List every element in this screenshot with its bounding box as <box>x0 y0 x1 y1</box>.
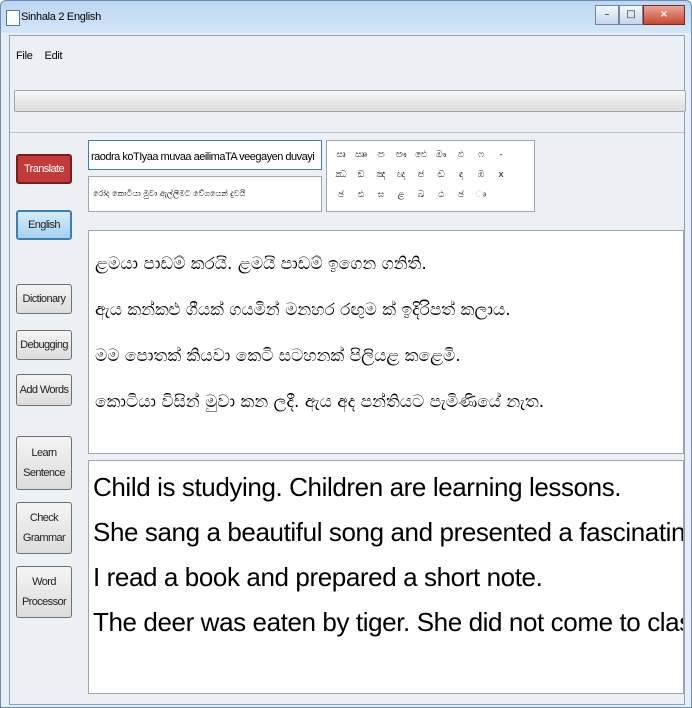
char-row: ඍඎඏඐඓඖඵෆ- <box>331 145 511 165</box>
debugging-button[interactable]: Debugging <box>16 330 72 360</box>
char-key[interactable]: ඛ <box>411 185 431 205</box>
add-words-button[interactable]: Add Words <box>16 374 72 406</box>
char-key[interactable]: ඡ <box>331 185 351 205</box>
english-button[interactable]: English <box>16 210 72 240</box>
menu-bar: File Edit <box>16 50 74 62</box>
char-key[interactable]: ඤ <box>371 165 391 185</box>
char-key[interactable]: ඹ <box>471 165 491 185</box>
sinhala-character-pad: ඍඎඏඐඓඖඵෆ- ඣඞඤඥඦඬඳඹx ඡ ඪ ඝ ළ ඛ ඨ ඡෘ <box>326 140 535 212</box>
char-key[interactable]: ඵ <box>451 145 471 165</box>
close-button[interactable]: × <box>643 5 685 25</box>
menu-file[interactable]: File <box>16 50 33 62</box>
char-key[interactable]: ඥ <box>391 165 411 185</box>
progress-bar <box>14 90 686 112</box>
char-key[interactable]: ඣ <box>331 165 351 185</box>
char-key[interactable]: ඬ <box>431 165 451 185</box>
check-grammar-button[interactable]: Check Grammar <box>16 502 72 554</box>
dictionary-button[interactable]: Dictionary <box>16 284 72 314</box>
sinhala-line: කොටියා විසින් මුවා කන ලදී. ඇය අද පන්තියට… <box>95 392 545 412</box>
sinhala-line: ළමයා පාඩම් කරයි. ළමයි පාඩම් ඉගෙන ගනිති. <box>95 254 427 274</box>
char-key[interactable]: ෆ <box>471 145 491 165</box>
english-line: Child is studying. Children are learning… <box>93 472 622 502</box>
separator <box>10 132 684 133</box>
romanized-input[interactable]: raodra koTIyaa muvaa aeilimaTA veegayen … <box>88 140 322 170</box>
sinhala-line: මම පොතක් කියවා කෙටි සටහනක් පිලියළ කළෙමි. <box>95 346 461 366</box>
char-key[interactable]: ඐ <box>391 145 411 165</box>
char-key[interactable]: ඍ <box>331 145 351 165</box>
char-key[interactable]: - <box>491 145 511 165</box>
char-key[interactable]: ඞ <box>351 165 371 185</box>
minimize-button[interactable]: – <box>595 5 619 25</box>
maximize-button[interactable]: □ <box>619 5 643 25</box>
char-key[interactable]: ෘ <box>471 185 491 205</box>
sinhala-preview-field[interactable]: රෝද කොටියා මුවා ඇල්ලීමට වේගයෙන් දුවයි <box>88 176 322 212</box>
char-key[interactable]: ඓ <box>411 145 431 165</box>
app-window: Sinhala 2 English – □ × File Edit Transl… <box>0 0 692 708</box>
char-key[interactable]: x <box>491 165 511 185</box>
char-key[interactable]: ඪ <box>351 185 371 205</box>
english-line: The deer was eaten by tiger. She did not… <box>93 607 683 637</box>
char-key[interactable]: ඨ <box>431 185 451 205</box>
english-line: She sang a beautiful song and presented … <box>93 517 684 547</box>
app-icon <box>6 10 20 26</box>
title-bar[interactable]: Sinhala 2 English – □ × <box>1 1 691 35</box>
char-key[interactable]: ඖ <box>431 145 451 165</box>
char-key[interactable]: ඏ <box>371 145 391 165</box>
char-row: ඣඞඤඥඦඬඳඹx <box>331 165 511 185</box>
translate-button[interactable]: Translate <box>16 154 72 184</box>
char-key[interactable]: ඳ <box>451 165 471 185</box>
window-title: Sinhala 2 English <box>21 11 101 23</box>
menu-edit[interactable]: Edit <box>45 50 63 62</box>
client-area: File Edit Translate English Dictionary D… <box>9 35 686 705</box>
char-key[interactable]: ළ <box>391 185 411 205</box>
char-row: ඡ ඪ ඝ ළ ඛ ඨ ඡෘ <box>331 185 491 205</box>
english-text-area[interactable]: Child is studying. Children are learning… <box>88 460 684 694</box>
window-controls: – □ × <box>595 5 685 25</box>
word-processor-button[interactable]: Word Processor <box>16 566 72 618</box>
learn-sentence-button[interactable]: Learn Sentence <box>16 436 72 490</box>
char-key[interactable]: ඡ <box>451 185 471 205</box>
char-key[interactable]: ඝ <box>371 185 391 205</box>
char-key[interactable]: ඦ <box>411 165 431 185</box>
sinhala-line: ඇය කන්කළු ගීයක් ගයමින් මනහර රඟුම ක් ඉදිර… <box>95 300 511 320</box>
sinhala-text-area[interactable]: ළමයා පාඩම් කරයි. ළමයි පාඩම් ඉගෙන ගනිති. … <box>88 230 684 454</box>
english-line: I read a book and prepared a short note. <box>93 562 543 592</box>
char-key[interactable]: ඎ <box>351 145 371 165</box>
